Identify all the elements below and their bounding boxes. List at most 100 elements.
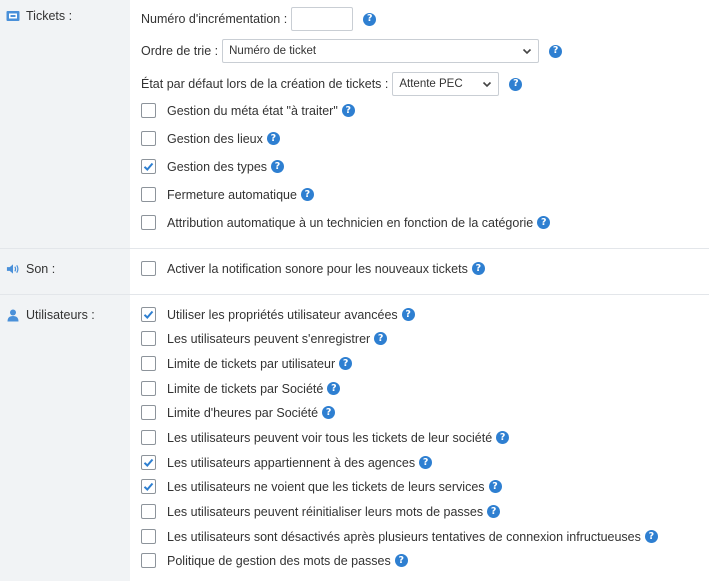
- default-state-label: État par défaut lors de la création de t…: [141, 77, 389, 91]
- default-state-field-row: État par défaut lors de la création de t…: [141, 72, 523, 96]
- user-icon: [6, 308, 20, 322]
- chevron-down-icon: [483, 81, 492, 88]
- checkbox-row-password-policy[interactable]: Politique de gestion des mots de passes …: [141, 553, 408, 568]
- checkbox-checked[interactable]: [141, 159, 156, 174]
- sort-select[interactable]: Numéro de ticket: [222, 39, 540, 63]
- default-state-select[interactable]: Attente PEC: [392, 72, 500, 96]
- help-icon[interactable]: ?: [271, 160, 285, 173]
- checkbox[interactable]: [141, 553, 156, 568]
- help-icon[interactable]: ?: [374, 332, 388, 345]
- checkmark-icon: [143, 310, 154, 319]
- checkbox-label: Gestion des lieux: [167, 131, 263, 146]
- checkbox-label: Limite d'heures par Société: [167, 405, 319, 420]
- checkbox-checked[interactable]: [141, 455, 156, 470]
- checkbox-label: Les utilisateurs appartiennent à des age…: [167, 455, 416, 470]
- help-icon[interactable]: ?: [549, 44, 563, 58]
- section-divider: [0, 248, 709, 249]
- checkbox-row-attribution[interactable]: Attribution automatique à un technicien …: [141, 215, 551, 230]
- checkmark-icon: [143, 482, 154, 491]
- sort-field-row: Ordre de trie : Numéro de ticket ?: [141, 39, 563, 63]
- checkbox-label: Limite de tickets par utilisateur: [167, 356, 336, 371]
- volume-icon: [6, 262, 20, 276]
- sort-select-value: Numéro de ticket: [229, 45, 317, 57]
- checkbox[interactable]: [141, 405, 156, 420]
- section-divider: [0, 294, 709, 295]
- checkbox-row-fermeture[interactable]: Fermeture automatique ?: [141, 187, 314, 202]
- section-label-utilisateurs: Utilisateurs :: [6, 308, 95, 322]
- checkbox-label: Activer la notification sonore pour les …: [167, 261, 468, 276]
- help-icon[interactable]: ?: [496, 431, 510, 444]
- help-icon[interactable]: ?: [401, 308, 415, 321]
- help-icon[interactable]: ?: [327, 382, 341, 395]
- checkbox-row-hour-limit-company[interactable]: Limite d'heures par Société ?: [141, 405, 336, 420]
- default-state-select-value: Attente PEC: [399, 78, 463, 90]
- checkbox-row-service-tickets[interactable]: Les utilisateurs ne voient que les ticke…: [141, 479, 502, 494]
- section-label-text: Utilisateurs :: [26, 308, 95, 322]
- checkbox-checked[interactable]: [141, 307, 156, 322]
- section-label-column: [0, 0, 130, 581]
- checkbox[interactable]: [141, 331, 156, 346]
- checkbox-label: Les utilisateurs peuvent réinitialiser l…: [167, 504, 484, 519]
- checkbox-label: Les utilisateurs ne voient que les ticke…: [167, 479, 485, 494]
- checkmark-icon: [143, 162, 154, 171]
- checkbox-label: Les utilisateurs sont désactivés après p…: [167, 529, 641, 544]
- checkbox-checked[interactable]: [141, 479, 156, 494]
- help-icon[interactable]: ?: [419, 456, 433, 469]
- section-label-son: Son :: [6, 262, 55, 276]
- help-icon[interactable]: ?: [266, 132, 280, 145]
- checkbox[interactable]: [141, 187, 156, 202]
- help-icon[interactable]: ?: [537, 216, 551, 229]
- checkbox[interactable]: [141, 131, 156, 146]
- help-icon[interactable]: ?: [394, 554, 408, 567]
- checkbox-label: Politique de gestion des mots de passes: [167, 553, 391, 568]
- checkbox-row-ticket-limit-company[interactable]: Limite de tickets par Société ?: [141, 381, 341, 396]
- checkbox-label: Les utilisateurs peuvent voir tous les t…: [167, 430, 493, 445]
- checkbox-row-reset-password[interactable]: Les utilisateurs peuvent réinitialiser l…: [141, 504, 501, 519]
- checkbox[interactable]: [141, 356, 156, 371]
- help-icon[interactable]: ?: [339, 357, 353, 370]
- checkbox[interactable]: [141, 103, 156, 118]
- checkbox-label: Limite de tickets par Société: [167, 381, 324, 396]
- help-icon[interactable]: ?: [488, 480, 502, 493]
- checkbox-row-lieux[interactable]: Gestion des lieux ?: [141, 131, 280, 146]
- section-label-tickets: Tickets :: [6, 9, 72, 23]
- checkbox[interactable]: [141, 430, 156, 445]
- help-icon[interactable]: ?: [509, 77, 523, 91]
- sort-label: Ordre de trie :: [141, 44, 219, 58]
- chevron-down-icon: [523, 48, 532, 55]
- checkmark-icon: [143, 458, 154, 467]
- section-label-text: Tickets :: [26, 9, 73, 23]
- checkbox-label: Gestion des types: [167, 159, 268, 174]
- help-icon[interactable]: ?: [341, 104, 355, 117]
- checkbox-row-agencies[interactable]: Les utilisateurs appartiennent à des age…: [141, 455, 433, 470]
- checkbox-row-ticket-limit-user[interactable]: Limite de tickets par utilisateur ?: [141, 356, 353, 371]
- checkbox-row-lockout[interactable]: Les utilisateurs sont désactivés après p…: [141, 529, 658, 544]
- increment-label: Numéro d'incrémentation :: [141, 12, 288, 26]
- checkbox-label: Utiliser les propriétés utilisateur avan…: [167, 307, 398, 322]
- checkbox[interactable]: [141, 529, 156, 544]
- checkbox-label: Fermeture automatique: [167, 187, 297, 202]
- checkbox-row-self-register[interactable]: Les utilisateurs peuvent s'enregistrer ?: [141, 331, 388, 346]
- help-icon[interactable]: ?: [363, 12, 377, 26]
- checkbox-label: Gestion du méta état "à traiter": [167, 103, 338, 118]
- help-icon[interactable]: ?: [644, 530, 658, 543]
- checkbox-row-types[interactable]: Gestion des types ?: [141, 159, 285, 174]
- checkbox-row-sound-notification[interactable]: Activer la notification sonore pour les …: [141, 261, 485, 276]
- help-icon[interactable]: ?: [487, 505, 501, 518]
- checkbox-row-see-company-tickets[interactable]: Les utilisateurs peuvent voir tous les t…: [141, 430, 510, 445]
- checkbox[interactable]: [141, 215, 156, 230]
- help-icon[interactable]: ?: [322, 406, 336, 419]
- checkbox[interactable]: [141, 381, 156, 396]
- checkbox[interactable]: [141, 261, 156, 276]
- increment-input[interactable]: [291, 7, 354, 31]
- help-icon[interactable]: ?: [300, 188, 314, 201]
- increment-field-row: Numéro d'incrémentation : ?: [141, 7, 377, 31]
- help-icon[interactable]: ?: [471, 262, 485, 275]
- checkbox-label: Attribution automatique à un technicien …: [167, 215, 534, 230]
- checkbox-row-advanced-properties[interactable]: Utiliser les propriétés utilisateur avan…: [141, 307, 415, 322]
- checkbox-label: Les utilisateurs peuvent s'enregistrer: [167, 331, 371, 346]
- section-label-text: Son :: [26, 262, 56, 276]
- checkbox[interactable]: [141, 504, 156, 519]
- checkbox-row-meta-state[interactable]: Gestion du méta état "à traiter" ?: [141, 103, 355, 118]
- ticket-icon: [6, 9, 20, 23]
